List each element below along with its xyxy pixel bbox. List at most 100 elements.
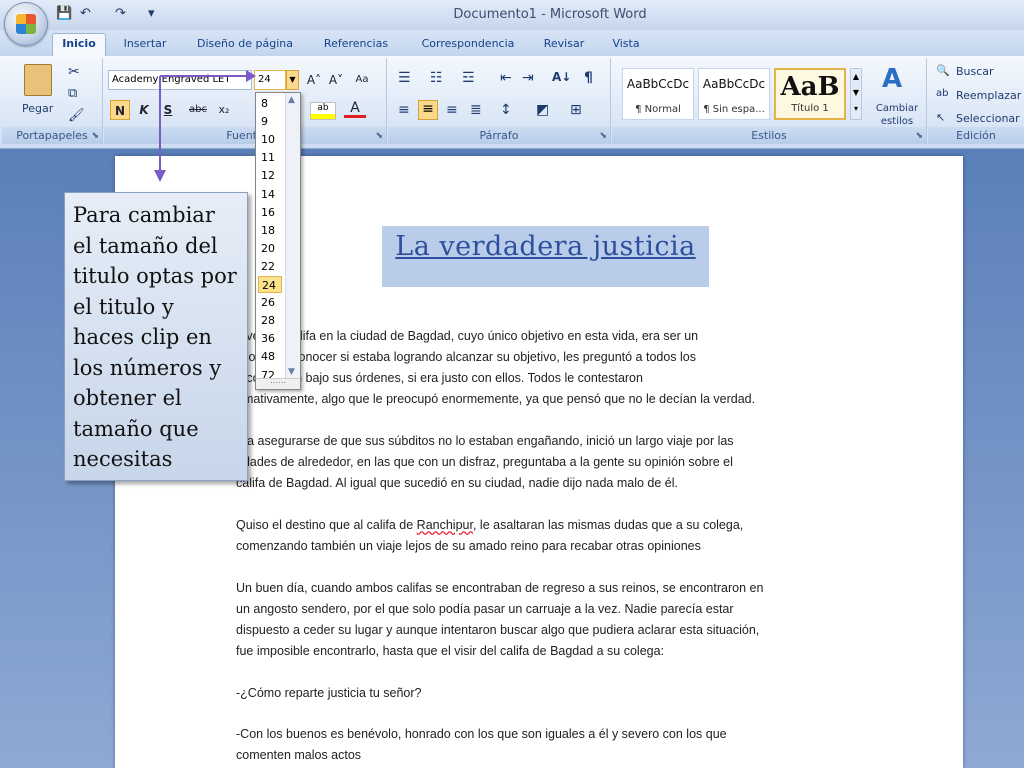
text-line: a vez un califa en la ciudad de Bagdad, … <box>236 329 699 343</box>
font-size-option[interactable]: 14 <box>258 186 285 203</box>
group-label-portapapeles: Portapapeles <box>2 127 102 144</box>
shading-icon[interactable]: ◩ <box>536 102 549 118</box>
align-left-icon[interactable]: ≡ <box>398 102 410 118</box>
font-size-option[interactable]: 28 <box>258 312 285 329</box>
multilevel-icon[interactable]: ☲ <box>462 70 475 86</box>
scroll-down-icon[interactable]: ▼ <box>288 367 295 377</box>
change-styles-button[interactable]: Cambiar estilos <box>868 102 926 128</box>
office-button[interactable] <box>4 2 48 46</box>
dropdown-scrollbar[interactable]: ▲ ▼ <box>285 93 300 379</box>
decrease-indent-icon[interactable]: ⇤ <box>500 70 512 86</box>
replace-button[interactable]: Reemplazar <box>956 89 1021 102</box>
paragraph-5[interactable]: -¿Cómo reparte justicia tu señor? <box>236 683 846 704</box>
style-titulo-1[interactable]: AaB Título 1 <box>774 68 846 120</box>
launcher-icon[interactable]: ⬊ <box>375 131 383 141</box>
misspelled-word[interactable]: Ranchipur <box>417 518 473 532</box>
numbering-icon[interactable]: ☷ <box>430 70 443 86</box>
line-spacing-icon[interactable]: ↕ <box>500 102 512 118</box>
paragraph-4[interactable]: Un buen día, cuando ambos califas se enc… <box>236 578 846 662</box>
office-logo-icon <box>16 14 36 34</box>
group-edicion: 🔍 Buscar ab Reemplazar ↖ Seleccionar Edi… <box>928 58 1024 144</box>
font-size-option[interactable]: 20 <box>258 240 285 257</box>
select-icon[interactable]: ↖ <box>936 111 945 124</box>
paste-icon[interactable] <box>24 64 52 96</box>
font-size-option[interactable]: 8 <box>258 95 285 112</box>
tab-referencias[interactable]: Referencias <box>316 34 396 54</box>
font-size-option[interactable]: 10 <box>258 131 285 148</box>
text-line: ara asegurarse de que sus súbditos no lo… <box>236 434 734 448</box>
ribbon-tabs: Inicio Insertar Diseño de página Referen… <box>0 30 1024 57</box>
find-icon[interactable]: 🔍 <box>936 64 950 77</box>
style-sin-espaciado[interactable]: AaBbCcDc ¶ Sin espa... <box>698 68 770 120</box>
paragraph-6[interactable]: -Con los buenos es benévolo, honrado con… <box>236 724 846 766</box>
select-button[interactable]: Seleccionar <box>956 112 1020 125</box>
show-marks-icon[interactable]: ¶ <box>584 70 593 86</box>
copy-icon[interactable]: ⧉ <box>68 86 77 101</box>
resize-grip[interactable]: ⋯⋯ <box>256 378 300 389</box>
font-size-option[interactable]: 22 <box>258 258 285 275</box>
text-line: y lo. Para conocer si estaba logrando al… <box>236 350 696 364</box>
grow-font-button[interactable]: A˄ <box>304 70 324 90</box>
font-color-icon[interactable]: A <box>344 100 366 118</box>
group-label-estilos: Estilos <box>612 127 926 144</box>
bold-button[interactable]: N <box>110 100 130 120</box>
clear-format-button[interactable]: Aa <box>352 70 372 90</box>
tab-diseno-pagina[interactable]: Diseño de página <box>188 34 302 54</box>
tab-inicio[interactable]: Inicio <box>52 33 106 57</box>
sort-icon[interactable]: A↓ <box>552 70 571 84</box>
find-button[interactable]: Buscar <box>956 65 994 78</box>
align-center-icon[interactable]: ≡ <box>418 100 438 120</box>
launcher-icon[interactable]: ⬊ <box>915 131 923 141</box>
shrink-font-button[interactable]: A˅ <box>326 70 346 90</box>
font-size-option[interactable]: 9 <box>258 113 285 130</box>
highlight-icon[interactable]: ab <box>310 102 336 120</box>
text-line: Quiso el destino que al califa de Ranchi… <box>236 518 744 532</box>
launcher-icon[interactable]: ⬊ <box>91 131 99 141</box>
text-line: califa de Bagdad. Al igual que sucedió e… <box>236 476 678 490</box>
borders-icon[interactable]: ⊞ <box>570 102 582 118</box>
text-line: -¿Cómo reparte justicia tu señor? <box>236 686 422 700</box>
font-size-option[interactable]: 48 <box>258 348 285 365</box>
launcher-icon[interactable]: ⬊ <box>599 131 607 141</box>
scroll-up-icon[interactable]: ▲ <box>288 95 295 105</box>
format-painter-icon[interactable]: 🖌 <box>68 108 85 123</box>
justify-icon[interactable]: ≣ <box>470 102 482 118</box>
font-size-option[interactable]: 12 <box>258 167 285 184</box>
text-line: dispuesto a ceder su lugar y aunque inte… <box>236 623 760 637</box>
change-styles-icon[interactable]: A <box>882 64 902 94</box>
tab-vista[interactable]: Vista <box>604 34 648 54</box>
font-size-option[interactable]: 16 <box>258 204 285 221</box>
font-size-option[interactable]: 26 <box>258 294 285 311</box>
font-size-option[interactable]: 24 <box>258 276 282 293</box>
font-size-dropdown-button[interactable]: ▼ <box>286 70 299 90</box>
text-line: comenzando también un viaje lejos de su … <box>236 539 701 553</box>
document-title[interactable]: La verdadera justicia <box>382 226 709 287</box>
text-line: un angosto sendero, por el que solo podí… <box>236 602 734 616</box>
tab-correspondencia[interactable]: Correspondencia <box>412 34 524 54</box>
cut-icon[interactable]: ✂ <box>68 64 80 80</box>
font-size-dropdown-list[interactable]: ▲ ▼ 8 9 10 11 12 14 16 18 20 22 24 26 28 36 48 72 ⋯⋯ <box>255 92 301 390</box>
arrow-head-right <box>246 70 256 82</box>
styles-scroll[interactable]: ▲ ▼ ▾ <box>850 68 862 120</box>
increase-indent-icon[interactable]: ⇥ <box>522 70 534 86</box>
tab-revisar[interactable]: Revisar <box>538 34 590 54</box>
font-size-option[interactable]: 11 <box>258 149 285 166</box>
window-title: Documento1 - Microsoft Word <box>453 7 647 22</box>
text-line: irmativamente, algo que le preocupó enor… <box>236 392 756 406</box>
callout-text: Para cambiar el tamaño del titulo optas … <box>73 203 237 471</box>
group-label-edicion: Edición <box>928 127 1024 144</box>
bullets-icon[interactable]: ☰ <box>398 70 411 86</box>
font-size-option[interactable]: 18 <box>258 222 285 239</box>
paragraph-1[interactable]: a vez un califa en la ciudad de Bagdad, … <box>236 326 846 410</box>
align-right-icon[interactable]: ≡ <box>446 102 458 118</box>
group-estilos: AaBbCcDc ¶ Normal AaBbCcDc ¶ Sin espa...… <box>612 58 927 144</box>
text-line: comenten malos actos <box>236 748 362 762</box>
paragraph-2[interactable]: ara asegurarse de que sus súbditos no lo… <box>236 431 846 494</box>
paste-button[interactable]: Pegar <box>22 102 53 115</box>
replace-icon[interactable]: ab <box>936 88 948 99</box>
text-line: Un buen día, cuando ambos califas se enc… <box>236 581 764 595</box>
style-normal[interactable]: AaBbCcDc ¶ Normal <box>622 68 694 120</box>
paragraph-3[interactable]: Quiso el destino que al califa de Ranchi… <box>236 515 846 557</box>
tab-insertar[interactable]: Insertar <box>116 34 174 54</box>
font-size-option[interactable]: 36 <box>258 330 285 347</box>
